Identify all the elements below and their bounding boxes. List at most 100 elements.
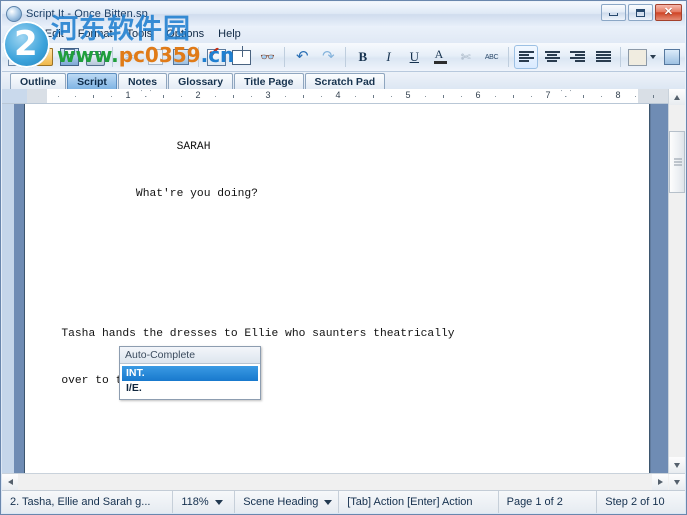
scroll-right-button[interactable] (652, 474, 668, 490)
tab-title-page[interactable]: Title Page (234, 73, 304, 89)
chevron-down-icon (674, 479, 680, 485)
scroll-down-button[interactable] (669, 457, 685, 473)
bold-icon: B (358, 49, 368, 64)
watermark-url-tld: .cn (200, 43, 235, 67)
toolbar-separator (344, 47, 346, 67)
left-indent-marker[interactable] (141, 90, 151, 97)
chevron-down-icon (324, 499, 333, 505)
script-it-window: Script It - Once Bitten.sp ✕ File Edit F… (0, 0, 687, 515)
watermark-url-prefix: www. (57, 43, 119, 67)
underline-icon: U (409, 49, 419, 64)
chevron-down-icon (214, 499, 223, 505)
ruler-margin-left (27, 89, 47, 103)
align-right-icon (570, 51, 586, 63)
toolbar-separator (620, 47, 622, 67)
scroll-up-button[interactable] (669, 89, 685, 105)
status-shortcuts: [Tab] Action [Enter] Action (339, 491, 499, 513)
autocomplete-popup[interactable]: Auto-Complete INT. I/E. (119, 346, 261, 400)
scroll-left-button[interactable] (2, 474, 18, 490)
tab-notes[interactable]: Notes (117, 73, 168, 89)
ruler-number-7: 7 (545, 90, 551, 100)
align-right-button[interactable] (566, 45, 590, 69)
toolbar-separator (508, 47, 510, 67)
watermark-url: www.pc0359.cn (57, 43, 234, 67)
ruler-number-4: 4 (335, 90, 341, 100)
font-color-button[interactable] (428, 45, 452, 69)
status-page: Page 1 of 2 (499, 491, 598, 513)
ruler-number-8: 8 (615, 90, 621, 100)
align-justify-button[interactable] (592, 45, 616, 69)
ruler-number-5: 5 (405, 90, 411, 100)
document-canvas[interactable]: SARAH What're you doing? Tasha hands the… (2, 104, 668, 473)
tab-outline[interactable]: Outline (10, 73, 67, 89)
script-page[interactable]: SARAH What're you doing? Tasha hands the… (24, 104, 650, 473)
script-blank-line (41, 234, 641, 250)
watermark-site-name: 河东软件园 (51, 14, 191, 45)
book-icon (232, 49, 252, 65)
align-center-button[interactable] (540, 45, 564, 69)
script-line: What're you doing? (41, 187, 258, 200)
ruler-number-3: 3 (265, 90, 271, 100)
status-scene[interactable]: 2. Tasha, Ellie and Sarah g... (2, 491, 174, 513)
strikethrough-button[interactable]: ✄ (454, 45, 478, 69)
autocomplete-option-int[interactable]: INT. (122, 366, 258, 381)
ruler-number-6: 6 (475, 90, 481, 100)
close-icon: ✕ (663, 6, 674, 18)
align-center-icon (544, 51, 560, 63)
undo-button[interactable]: ↶ (290, 45, 314, 69)
script-line: Tasha hands the dresses to Ellie who sau… (41, 328, 455, 341)
window-controls: ✕ (601, 4, 682, 21)
minimize-button[interactable] (601, 4, 626, 21)
underline-button[interactable]: U (402, 45, 426, 69)
page-color-icon (663, 49, 680, 65)
abc-button[interactable]: ABC (480, 45, 504, 69)
align-left-button[interactable] (514, 45, 539, 69)
maximize-button[interactable] (628, 4, 653, 21)
right-indent-marker[interactable] (561, 90, 571, 97)
tab-strip: Outline Script Notes Glossary Title Page… (2, 72, 685, 89)
toolbar-separator (284, 47, 286, 67)
scroll-grip-icon (674, 157, 682, 168)
chevron-down-icon (674, 462, 680, 468)
undo-arrow-icon: ↶ (296, 48, 309, 65)
italic-button[interactable]: I (377, 45, 401, 69)
vertical-scroll-thumb[interactable] (669, 131, 685, 193)
watermark-logo (3, 21, 50, 68)
redo-arrow-icon: ↶ (321, 48, 335, 65)
maximize-icon (636, 8, 645, 17)
find-button[interactable]: 👓 (256, 45, 280, 69)
tab-glossary[interactable]: Glossary (168, 73, 234, 89)
script-line: SARAH (41, 141, 211, 154)
close-button[interactable]: ✕ (655, 4, 682, 21)
tab-script[interactable]: Script (67, 73, 117, 89)
bold-button[interactable]: B (351, 45, 375, 69)
status-bar: 2. Tasha, Ellie and Sarah g... 118% Scen… (2, 490, 685, 513)
redo-button[interactable]: ↶ (316, 45, 340, 69)
ruler[interactable]: 1 2 3 4 5 6 7 8 (2, 89, 668, 104)
align-justify-icon (596, 51, 612, 63)
chevron-left-icon (7, 479, 13, 485)
ruler-corner (2, 89, 27, 103)
script-blank-line (41, 281, 641, 297)
menu-help[interactable]: Help (211, 27, 248, 42)
element-type-label: Scene Heading (243, 496, 319, 508)
script-text[interactable]: SARAH What're you doing? Tasha hands the… (41, 109, 641, 473)
binoculars-icon: 👓 (260, 50, 276, 64)
tab-scratch-pad[interactable]: Scratch Pad (304, 73, 386, 89)
status-element-type[interactable]: Scene Heading (235, 491, 340, 513)
italic-icon: I (386, 49, 391, 64)
canvas-left-strip (2, 104, 14, 473)
align-left-icon (518, 51, 534, 63)
highlight-color-button[interactable] (626, 45, 658, 69)
vertical-scrollbar[interactable] (668, 89, 685, 473)
ruler-scale[interactable]: 1 2 3 4 5 6 7 8 (27, 89, 668, 103)
autocomplete-list[interactable]: INT. I/E. (120, 364, 260, 399)
scroll-extra-button[interactable] (669, 474, 685, 490)
autocomplete-option-ie[interactable]: I/E. (122, 381, 258, 396)
page-color-button[interactable] (660, 45, 684, 69)
abc-icon: ABC (484, 53, 499, 61)
script-blank-line (41, 421, 641, 437)
horizontal-scrollbar[interactable] (2, 473, 685, 490)
zoom-level-label: 118% (181, 496, 209, 508)
status-zoom[interactable]: 118% (173, 491, 236, 513)
